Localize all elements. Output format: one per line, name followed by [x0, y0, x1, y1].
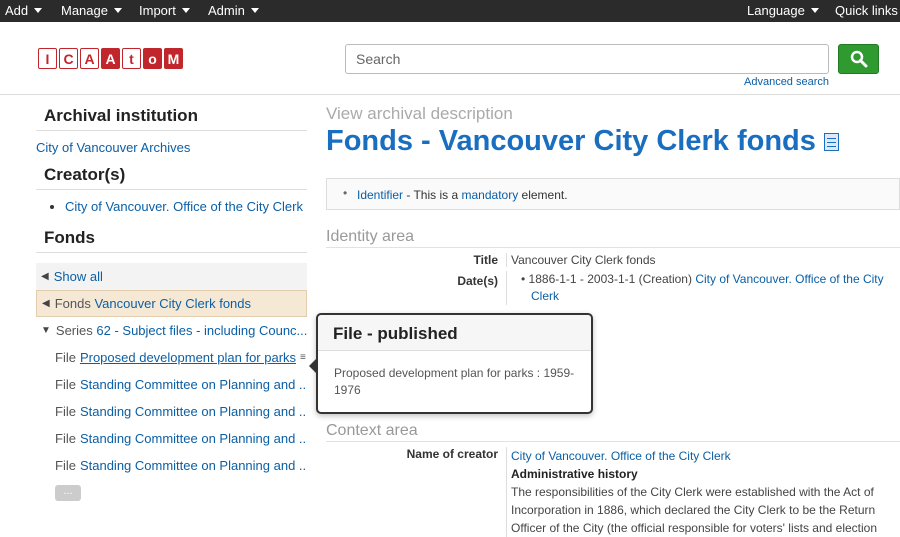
page-title-text: Fonds - Vancouver City Clerk fonds — [326, 125, 816, 157]
logo-letter: o — [143, 48, 162, 69]
logo-letter: M — [164, 48, 183, 69]
series-prefix: Series — [55, 323, 93, 338]
history-line: Incorporation in 1886, which declared th… — [511, 503, 876, 517]
file-prefix: File — [55, 458, 76, 473]
chevron-down-icon — [250, 8, 259, 13]
chevron-down-icon — [113, 8, 122, 13]
title-field: Title Vancouver City Clerk fonds — [326, 253, 900, 267]
file-link[interactable]: Standing Committee on Planning and ... — [80, 458, 307, 473]
file-prefix: File — [55, 404, 76, 419]
document-icon[interactable] — [823, 132, 839, 151]
treeview-series[interactable]: ▼ Series 62 - Subject files - including … — [36, 317, 307, 344]
fonds-heading: Fonds — [36, 222, 307, 253]
history-line: The responsibilities of the City Clerk w… — [511, 485, 874, 499]
logo-letter: A — [80, 48, 99, 69]
file-prefix: File — [55, 431, 76, 446]
file-link[interactable]: Standing Committee on Planning and ... — [80, 377, 307, 392]
popover-body: Proposed development plan for parks : 19… — [334, 366, 575, 397]
field-value: Vancouver City Clerk fonds — [506, 253, 900, 267]
field-label: Date(s) — [457, 274, 498, 288]
institution-link[interactable]: City of Vancouver Archives — [36, 140, 190, 155]
dates-creator-link-cont[interactable]: Clerk — [531, 289, 559, 303]
description-icon: ≡ — [300, 352, 306, 363]
treeview-file[interactable]: File Proposed development plan for parks… — [36, 344, 307, 371]
search-button[interactable] — [838, 44, 879, 74]
institution-heading: Archival institution — [36, 96, 307, 131]
dates-text: 1886-1-1 - 2003-1-1 (Creation) — [528, 272, 696, 286]
validation-notice: Identifier - This is a mandatory element… — [326, 178, 900, 210]
site-logo[interactable]: I C A A t o M — [38, 48, 183, 69]
creator-field: Name of creator City of Vancouver. Offic… — [326, 447, 900, 537]
series-link[interactable]: 62 - Subject files - including Counc... — [96, 323, 307, 338]
menu-admin-label: Admin — [208, 3, 245, 18]
menu-add-label: Add — [5, 3, 29, 18]
chevron-down-icon — [810, 8, 819, 13]
identity-area-heading: Identity area — [326, 228, 900, 248]
triangle-down-icon: ▼ — [41, 325, 51, 336]
show-all-row[interactable]: ◀ Show all — [36, 263, 307, 290]
field-label: Name of creator — [406, 447, 498, 461]
dates-field: Date(s) • 1886-1-1 - 2003-1-1 (Creation)… — [326, 271, 900, 305]
mandatory-link[interactable]: mandatory — [462, 188, 519, 202]
menu-language[interactable]: Language — [747, 3, 819, 18]
popover-title: File - published — [318, 315, 591, 351]
menu-manage-label: Manage — [61, 3, 108, 18]
treeview-file[interactable]: File Standing Committee on Planning and … — [36, 425, 307, 452]
treeview-file[interactable]: File Standing Committee on Planning and … — [36, 371, 307, 398]
triangle-left-icon: ◀ — [42, 298, 50, 309]
file-popover: File - published Proposed development pl… — [309, 313, 593, 414]
identifier-link[interactable]: Identifier — [357, 188, 403, 202]
creators-heading: Creator(s) — [36, 161, 307, 190]
history-line: Officer of the City (the official respon… — [511, 521, 878, 535]
popover-arrow — [309, 358, 317, 374]
page-title: Fonds - Vancouver City Clerk fonds — [326, 125, 900, 158]
context-sidebar: Archival institution City of Vancouver A… — [36, 96, 307, 501]
menu-import[interactable]: Import — [139, 3, 190, 18]
field-value: • 1886-1-1 - 2003-1-1 (Creation) City of… — [506, 271, 900, 305]
file-link[interactable]: Standing Committee on Planning and ... — [80, 431, 307, 446]
menu-quick-links-label: Quick links — [835, 3, 898, 18]
chevron-down-icon — [34, 8, 43, 13]
file-link[interactable]: Proposed development plan for parks — [80, 350, 296, 365]
triangle-left-icon: ◀ — [41, 271, 49, 282]
menu-add[interactable]: Add — [5, 3, 43, 18]
treeview-file[interactable]: File Standing Committee on Planning and … — [36, 398, 307, 425]
menu-quick-links[interactable]: Quick links — [835, 3, 898, 18]
field-value: City of Vancouver. Office of the City Cl… — [506, 447, 900, 537]
list-item: City of Vancouver. Office of the City Cl… — [65, 199, 307, 214]
load-more-button[interactable]: ... — [55, 485, 81, 501]
file-prefix: File — [55, 377, 76, 392]
creator-list: City of Vancouver. Office of the City Cl… — [36, 190, 307, 222]
top-navigation-bar: Add Manage Import Admin Language Quick l… — [0, 0, 900, 22]
page-subtitle: View archival description — [326, 104, 513, 123]
creator-value-link[interactable]: City of Vancouver. Office of the City Cl… — [511, 449, 731, 463]
menu-manage[interactable]: Manage — [61, 3, 122, 18]
treeview-file[interactable]: File Standing Committee on Planning and … — [36, 452, 307, 479]
site-header: I C A A t o M Advanced search — [0, 22, 900, 95]
file-link[interactable]: Standing Committee on Planning and ... — [80, 404, 307, 419]
field-label: Title — [473, 253, 498, 267]
menu-language-label: Language — [747, 3, 805, 18]
fonds-prefix: Fonds — [54, 296, 91, 311]
advanced-search-link[interactable]: Advanced search — [744, 76, 829, 88]
logo-letter: t — [122, 48, 141, 69]
logo-letter: C — [59, 48, 78, 69]
search-icon — [850, 50, 867, 68]
file-prefix: File — [55, 350, 76, 365]
context-area-heading: Context area — [326, 422, 900, 442]
search-input[interactable] — [345, 44, 829, 74]
logo-letter: A — [101, 48, 120, 69]
dates-creator-link[interactable]: City of Vancouver. Office of the City — [695, 272, 883, 286]
fonds-link[interactable]: Vancouver City Clerk fonds — [94, 296, 251, 311]
notice-end: element. — [518, 188, 568, 202]
show-all-link[interactable]: Show all — [54, 269, 103, 284]
creator-link[interactable]: City of Vancouver. Office of the City Cl… — [65, 199, 303, 214]
logo-letter: I — [38, 48, 57, 69]
admin-history-heading: Administrative history — [511, 467, 638, 481]
menu-admin[interactable]: Admin — [208, 3, 259, 18]
treeview-fonds[interactable]: ◀ Fonds Vancouver City Clerk fonds — [36, 290, 307, 317]
menu-import-label: Import — [139, 3, 176, 18]
chevron-down-icon — [181, 8, 190, 13]
notice-text: - This is a — [403, 188, 462, 202]
